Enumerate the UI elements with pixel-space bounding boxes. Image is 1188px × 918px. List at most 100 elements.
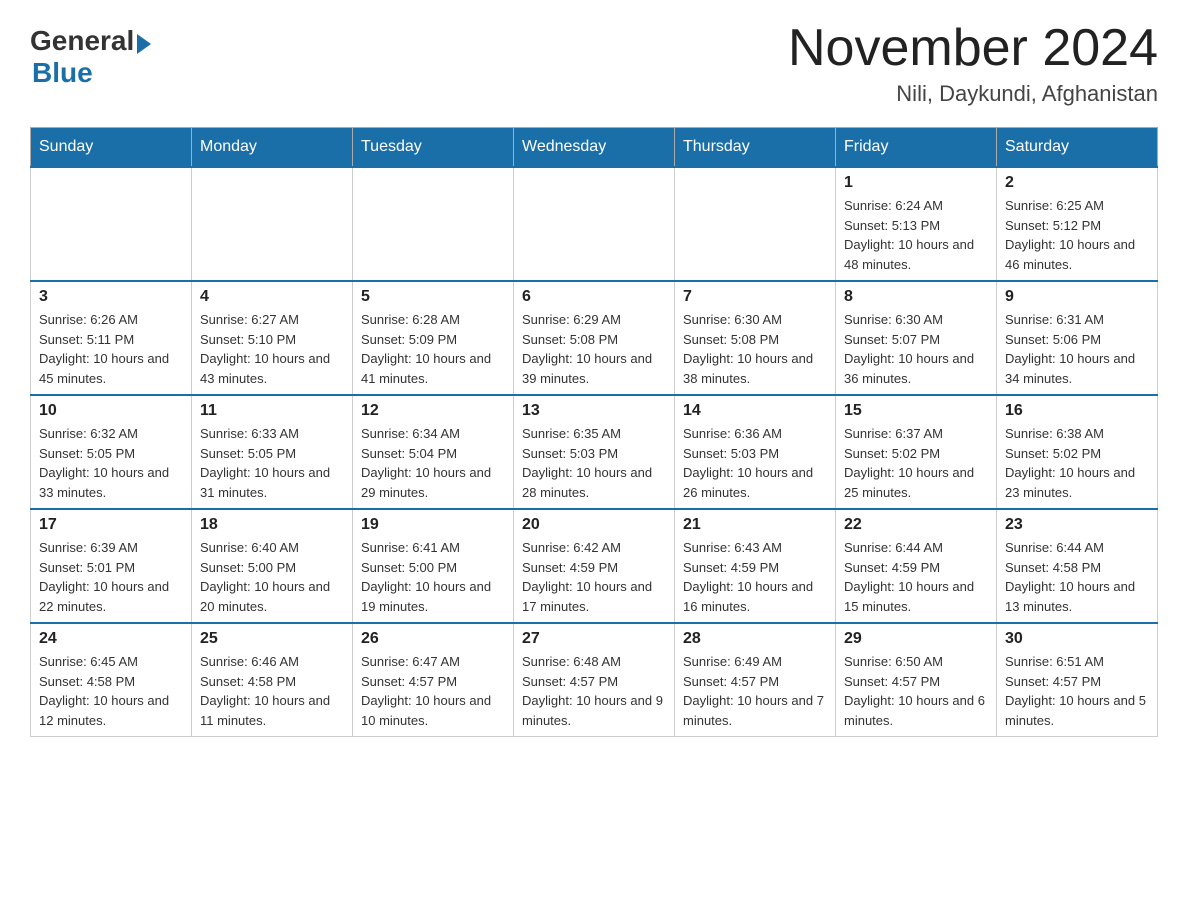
day-number: 9: [1005, 288, 1149, 306]
day-info: Sunrise: 6:33 AMSunset: 5:05 PMDaylight:…: [200, 424, 344, 502]
day-info: Sunrise: 6:44 AMSunset: 4:59 PMDaylight:…: [844, 538, 988, 616]
calendar-cell: 25Sunrise: 6:46 AMSunset: 4:58 PMDayligh…: [192, 623, 353, 737]
calendar-cell: 27 Sunrise: 6:48 AMSunset: 4:57 PMDayligh…: [514, 623, 675, 737]
day-info: Sunrise: 6:47 AMSunset: 4:57 PMDaylight:…: [361, 652, 505, 730]
day-info: Sunrise: 6:49 AMSunset: 4:57 PMDaylight:…: [683, 652, 827, 730]
location-title: Nili, Daykundi, Afghanistan: [788, 81, 1158, 107]
calendar-cell: 14 Sunrise: 6:36 AMSunset: 5:03 PMDayligh…: [675, 395, 836, 509]
calendar-cell: 1 Sunrise: 6:24 AMSunset: 5:13 PMDaylight…: [836, 167, 997, 281]
calendar-cell: 6Sunrise: 6:29 AMSunset: 5:08 PMDaylight…: [514, 281, 675, 395]
day-info: Sunrise: 6:34 AMSunset: 5:04 PMDaylight:…: [361, 424, 505, 502]
day-number: 20: [522, 516, 666, 534]
day-number: 10: [39, 402, 183, 420]
day-number: 7: [683, 288, 827, 306]
day-number: 12: [361, 402, 505, 420]
logo-blue: Blue: [32, 57, 93, 89]
calendar-cell: [514, 167, 675, 281]
calendar-cell: 29 Sunrise: 6:50 AMSunset: 4:57 PMDayligh…: [836, 623, 997, 737]
calendar-cell: 24 Sunrise: 6:45 AMSunset: 4:58 PMDayligh…: [31, 623, 192, 737]
calendar-week-row: 1 Sunrise: 6:24 AMSunset: 5:13 PMDaylight…: [31, 167, 1158, 281]
calendar-cell: 17 Sunrise: 6:39 AMSunset: 5:01 PMDayligh…: [31, 509, 192, 623]
calendar-cell: 20 Sunrise: 6:42 AMSunset: 4:59 PMDayligh…: [514, 509, 675, 623]
day-number: 16: [1005, 402, 1149, 420]
calendar-cell: 9Sunrise: 6:31 AMSunset: 5:06 PMDaylight…: [997, 281, 1158, 395]
day-number: 24: [39, 630, 183, 648]
day-number: 6: [522, 288, 666, 306]
day-info: Sunrise: 6:28 AMSunset: 5:09 PMDaylight:…: [361, 310, 505, 388]
calendar-header-thursday: Thursday: [675, 128, 836, 168]
day-number: 17: [39, 516, 183, 534]
calendar-header-friday: Friday: [836, 128, 997, 168]
day-number: 3: [39, 288, 183, 306]
day-info: Sunrise: 6:38 AMSunset: 5:02 PMDaylight:…: [1005, 424, 1149, 502]
day-number: 21: [683, 516, 827, 534]
day-info: Sunrise: 6:48 AMSunset: 4:57 PMDaylight:…: [522, 652, 666, 730]
day-info: Sunrise: 6:41 AMSunset: 5:00 PMDaylight:…: [361, 538, 505, 616]
day-info: Sunrise: 6:39 AMSunset: 5:01 PMDaylight:…: [39, 538, 183, 616]
calendar-cell: [353, 167, 514, 281]
calendar-cell: 5 Sunrise: 6:28 AMSunset: 5:09 PMDaylight…: [353, 281, 514, 395]
day-number: 26: [361, 630, 505, 648]
calendar-cell: [675, 167, 836, 281]
calendar-cell: 11Sunrise: 6:33 AMSunset: 5:05 PMDayligh…: [192, 395, 353, 509]
day-number: 27: [522, 630, 666, 648]
month-title: November 2024: [788, 20, 1158, 77]
calendar-title-block: November 2024 Nili, Daykundi, Afghanista…: [788, 20, 1158, 107]
day-info: Sunrise: 6:46 AMSunset: 4:58 PMDaylight:…: [200, 652, 344, 730]
calendar-header-wednesday: Wednesday: [514, 128, 675, 168]
day-number: 29: [844, 630, 988, 648]
calendar-cell: [31, 167, 192, 281]
calendar-cell: 22 Sunrise: 6:44 AMSunset: 4:59 PMDayligh…: [836, 509, 997, 623]
calendar-cell: 30Sunrise: 6:51 AMSunset: 4:57 PMDayligh…: [997, 623, 1158, 737]
calendar-cell: 16 Sunrise: 6:38 AMSunset: 5:02 PMDayligh…: [997, 395, 1158, 509]
calendar-week-row: 24 Sunrise: 6:45 AMSunset: 4:58 PMDayligh…: [31, 623, 1158, 737]
day-info: Sunrise: 6:44 AMSunset: 4:58 PMDaylight:…: [1005, 538, 1149, 616]
page-header: General Blue November 2024 Nili, Daykund…: [30, 20, 1158, 107]
calendar-cell: [192, 167, 353, 281]
day-info: Sunrise: 6:36 AMSunset: 5:03 PMDaylight:…: [683, 424, 827, 502]
calendar-cell: 18 Sunrise: 6:40 AMSunset: 5:00 PMDayligh…: [192, 509, 353, 623]
day-info: Sunrise: 6:24 AMSunset: 5:13 PMDaylight:…: [844, 196, 988, 274]
day-info: Sunrise: 6:27 AMSunset: 5:10 PMDaylight:…: [200, 310, 344, 388]
calendar-cell: 19 Sunrise: 6:41 AMSunset: 5:00 PMDayligh…: [353, 509, 514, 623]
day-number: 2: [1005, 174, 1149, 192]
calendar-header-sunday: Sunday: [31, 128, 192, 168]
calendar-cell: 3 Sunrise: 6:26 AMSunset: 5:11 PMDaylight…: [31, 281, 192, 395]
day-number: 30: [1005, 630, 1149, 648]
day-info: Sunrise: 6:50 AMSunset: 4:57 PMDaylight:…: [844, 652, 988, 730]
day-number: 8: [844, 288, 988, 306]
calendar-header-saturday: Saturday: [997, 128, 1158, 168]
calendar-cell: 2 Sunrise: 6:25 AMSunset: 5:12 PMDaylight…: [997, 167, 1158, 281]
calendar-cell: 26 Sunrise: 6:47 AMSunset: 4:57 PMDayligh…: [353, 623, 514, 737]
day-info: Sunrise: 6:40 AMSunset: 5:00 PMDaylight:…: [200, 538, 344, 616]
logo-arrow-icon: [137, 34, 151, 54]
day-info: Sunrise: 6:25 AMSunset: 5:12 PMDaylight:…: [1005, 196, 1149, 274]
calendar-header-monday: Monday: [192, 128, 353, 168]
day-number: 4: [200, 288, 344, 306]
day-number: 14: [683, 402, 827, 420]
calendar-cell: 7Sunrise: 6:30 AMSunset: 5:08 PMDaylight…: [675, 281, 836, 395]
calendar-cell: 21Sunrise: 6:43 AMSunset: 4:59 PMDayligh…: [675, 509, 836, 623]
logo: General Blue: [30, 25, 151, 89]
calendar-cell: 23Sunrise: 6:44 AMSunset: 4:58 PMDayligh…: [997, 509, 1158, 623]
calendar-header-row: SundayMondayTuesdayWednesdayThursdayFrid…: [31, 128, 1158, 168]
day-info: Sunrise: 6:37 AMSunset: 5:02 PMDaylight:…: [844, 424, 988, 502]
day-info: Sunrise: 6:45 AMSunset: 4:58 PMDaylight:…: [39, 652, 183, 730]
calendar-cell: 28 Sunrise: 6:49 AMSunset: 4:57 PMDayligh…: [675, 623, 836, 737]
day-number: 19: [361, 516, 505, 534]
day-number: 18: [200, 516, 344, 534]
day-number: 5: [361, 288, 505, 306]
day-info: Sunrise: 6:32 AMSunset: 5:05 PMDaylight:…: [39, 424, 183, 502]
calendar-cell: 10 Sunrise: 6:32 AMSunset: 5:05 PMDayligh…: [31, 395, 192, 509]
day-number: 1: [844, 174, 988, 192]
day-number: 22: [844, 516, 988, 534]
day-info: Sunrise: 6:26 AMSunset: 5:11 PMDaylight:…: [39, 310, 183, 388]
calendar-cell: 4 Sunrise: 6:27 AMSunset: 5:10 PMDaylight…: [192, 281, 353, 395]
day-info: Sunrise: 6:30 AMSunset: 5:07 PMDaylight:…: [844, 310, 988, 388]
calendar-header-tuesday: Tuesday: [353, 128, 514, 168]
day-info: Sunrise: 6:42 AMSunset: 4:59 PMDaylight:…: [522, 538, 666, 616]
day-number: 15: [844, 402, 988, 420]
day-number: 28: [683, 630, 827, 648]
calendar-cell: 13Sunrise: 6:35 AMSunset: 5:03 PMDayligh…: [514, 395, 675, 509]
day-info: Sunrise: 6:35 AMSunset: 5:03 PMDaylight:…: [522, 424, 666, 502]
